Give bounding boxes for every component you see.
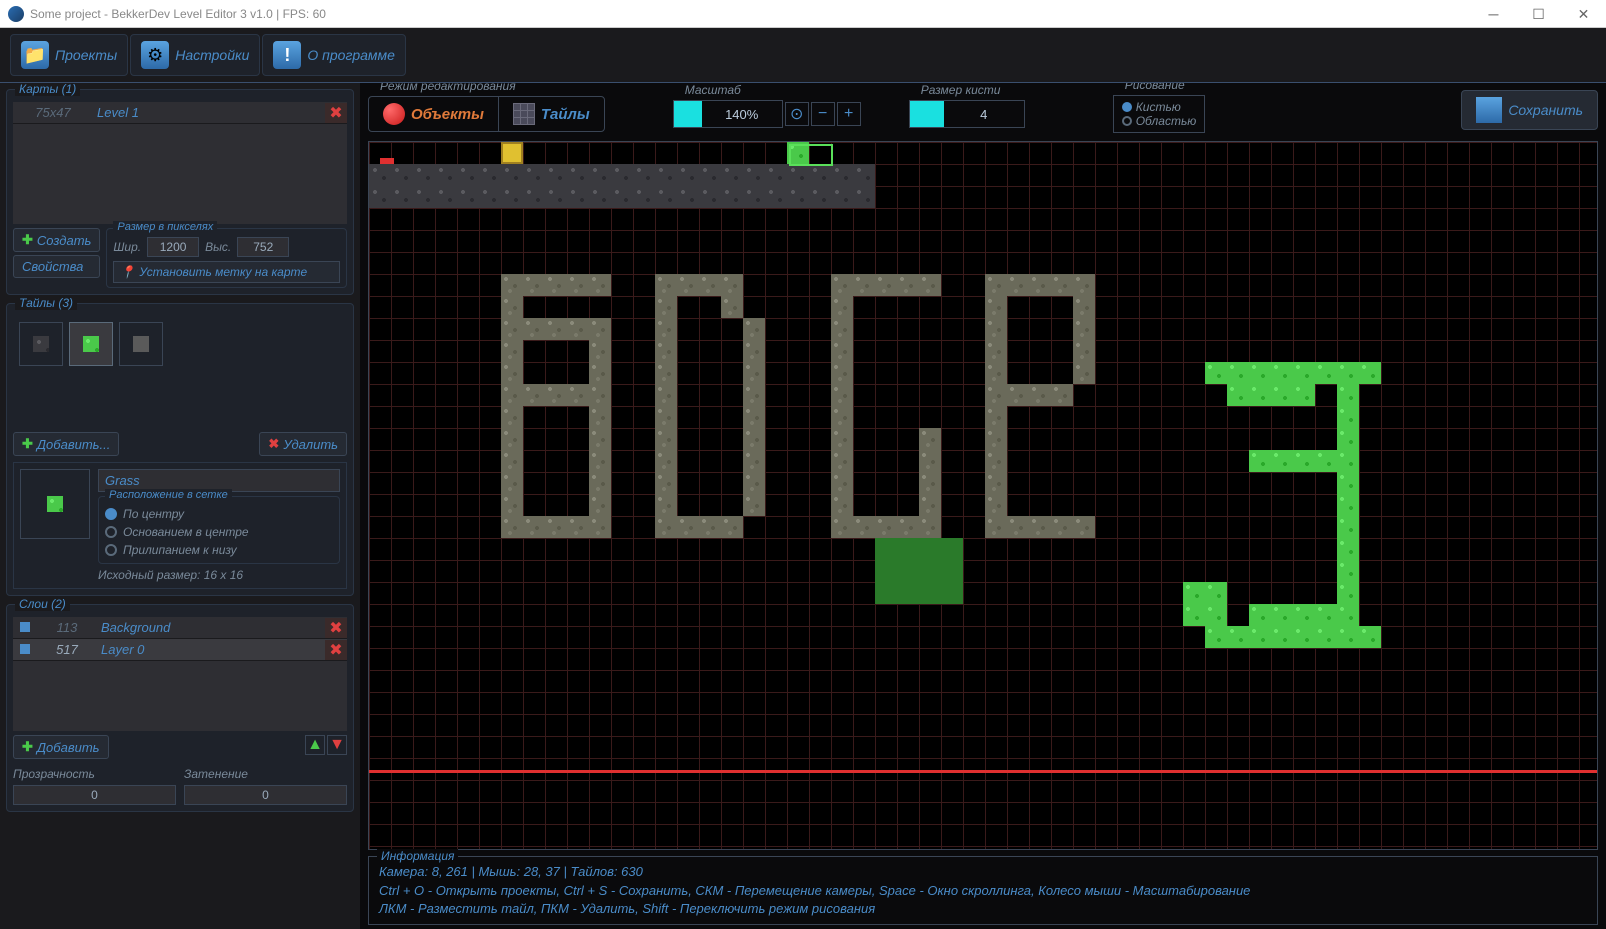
draw-area-radio[interactable]: Областью bbox=[1122, 114, 1197, 128]
layers-panel: Слои (2) 113 Background ✖ 517 Layer 0 ✖ bbox=[6, 604, 354, 812]
mode-tiles-tab[interactable]: Тайлы bbox=[499, 97, 604, 131]
scale-display[interactable]: 140% bbox=[673, 100, 783, 128]
mode-objects-tab[interactable]: Объекты bbox=[369, 97, 499, 131]
delete-layer-icon[interactable]: ✖ bbox=[325, 618, 347, 638]
floppy-icon bbox=[1476, 97, 1502, 123]
grid-icon bbox=[513, 103, 535, 125]
placement-center-radio[interactable]: По центру bbox=[105, 505, 333, 523]
plus-icon: ✚ bbox=[22, 436, 33, 452]
layer-visibility-toggle[interactable] bbox=[13, 641, 37, 659]
window-titlebar: Some project - BekkerDev Level Editor 3 … bbox=[0, 0, 1606, 28]
zoom-out-button[interactable]: − bbox=[811, 102, 835, 126]
delete-layer-icon[interactable]: ✖ bbox=[325, 640, 347, 660]
create-map-button[interactable]: ✚Создать bbox=[13, 228, 100, 252]
pin-icon: 📍 bbox=[120, 265, 135, 279]
layer-down-button[interactable]: ▼ bbox=[327, 735, 347, 755]
tiles-panel: Тайлы (3) ✚Добавить... ✖Удалить bbox=[6, 303, 354, 596]
opacity-input[interactable]: 0 bbox=[13, 785, 176, 805]
mode-switcher: Объекты Тайлы bbox=[368, 96, 605, 132]
layer-row[interactable]: 517 Layer 0 ✖ bbox=[13, 639, 347, 661]
zoom-in-button[interactable]: + bbox=[837, 102, 861, 126]
info-panel: Информация Камера: 8, 261 | Мышь: 28, 37… bbox=[368, 856, 1598, 925]
brush-size-display[interactable]: 4 bbox=[909, 100, 1025, 128]
x-icon: ✖ bbox=[268, 436, 279, 452]
add-tile-button[interactable]: ✚Добавить... bbox=[13, 432, 119, 456]
add-layer-button[interactable]: ✚Добавить bbox=[13, 735, 109, 759]
placement-base-radio[interactable]: Основанием в центре bbox=[105, 523, 333, 541]
marker-line bbox=[369, 770, 1597, 773]
info-icon: ! bbox=[273, 41, 301, 69]
folder-icon: 📁 bbox=[21, 41, 49, 69]
plus-icon: ✚ bbox=[22, 232, 33, 248]
close-button[interactable]: ✕ bbox=[1561, 0, 1606, 28]
maximize-button[interactable]: ☐ bbox=[1516, 0, 1561, 28]
maps-list bbox=[13, 124, 347, 224]
map-height-input[interactable]: 752 bbox=[237, 237, 289, 257]
tile-slot-1[interactable] bbox=[19, 322, 63, 366]
window-title: Some project - BekkerDev Level Editor 3 … bbox=[30, 7, 326, 21]
set-marker-button[interactable]: 📍Установить метку на карте bbox=[113, 261, 340, 283]
map-width-input[interactable]: 1200 bbox=[147, 237, 199, 257]
projects-button[interactable]: 📁 Проекты bbox=[10, 34, 128, 76]
gear-icon: ⚙ bbox=[141, 41, 169, 69]
delete-tile-button[interactable]: ✖Удалить bbox=[259, 432, 347, 456]
save-button[interactable]: Сохранить bbox=[1461, 90, 1598, 130]
map-row[interactable]: 75x47 Level 1 ✖ bbox=[13, 102, 347, 124]
delete-map-icon[interactable]: ✖ bbox=[325, 103, 347, 123]
zoom-reset-button[interactable]: ⊙ bbox=[785, 102, 809, 126]
tile-slot-2[interactable] bbox=[69, 322, 113, 366]
draw-brush-radio[interactable]: Кистью bbox=[1122, 100, 1197, 114]
tile-slot-3[interactable] bbox=[119, 322, 163, 366]
red-ball-icon bbox=[383, 103, 405, 125]
about-button[interactable]: ! О программе bbox=[262, 34, 406, 76]
level-canvas[interactable] bbox=[368, 141, 1598, 850]
layer-row[interactable]: 113 Background ✖ bbox=[13, 617, 347, 639]
tile-preview bbox=[20, 469, 90, 539]
settings-button[interactable]: ⚙ Настройки bbox=[130, 34, 260, 76]
map-properties-button[interactable]: Свойства bbox=[13, 255, 100, 278]
placement-bottom-radio[interactable]: Прилипанием к низу bbox=[105, 541, 333, 559]
maps-panel: Карты (1) 75x47 Level 1 ✖ ✚Создать Свойс… bbox=[6, 89, 354, 295]
plus-icon: ✚ bbox=[22, 739, 33, 755]
shade-input[interactable]: 0 bbox=[184, 785, 347, 805]
layer-up-button[interactable]: ▲ bbox=[305, 735, 325, 755]
app-icon bbox=[8, 6, 24, 22]
minimize-button[interactable]: ─ bbox=[1471, 0, 1516, 28]
layer-visibility-toggle[interactable] bbox=[13, 619, 37, 637]
